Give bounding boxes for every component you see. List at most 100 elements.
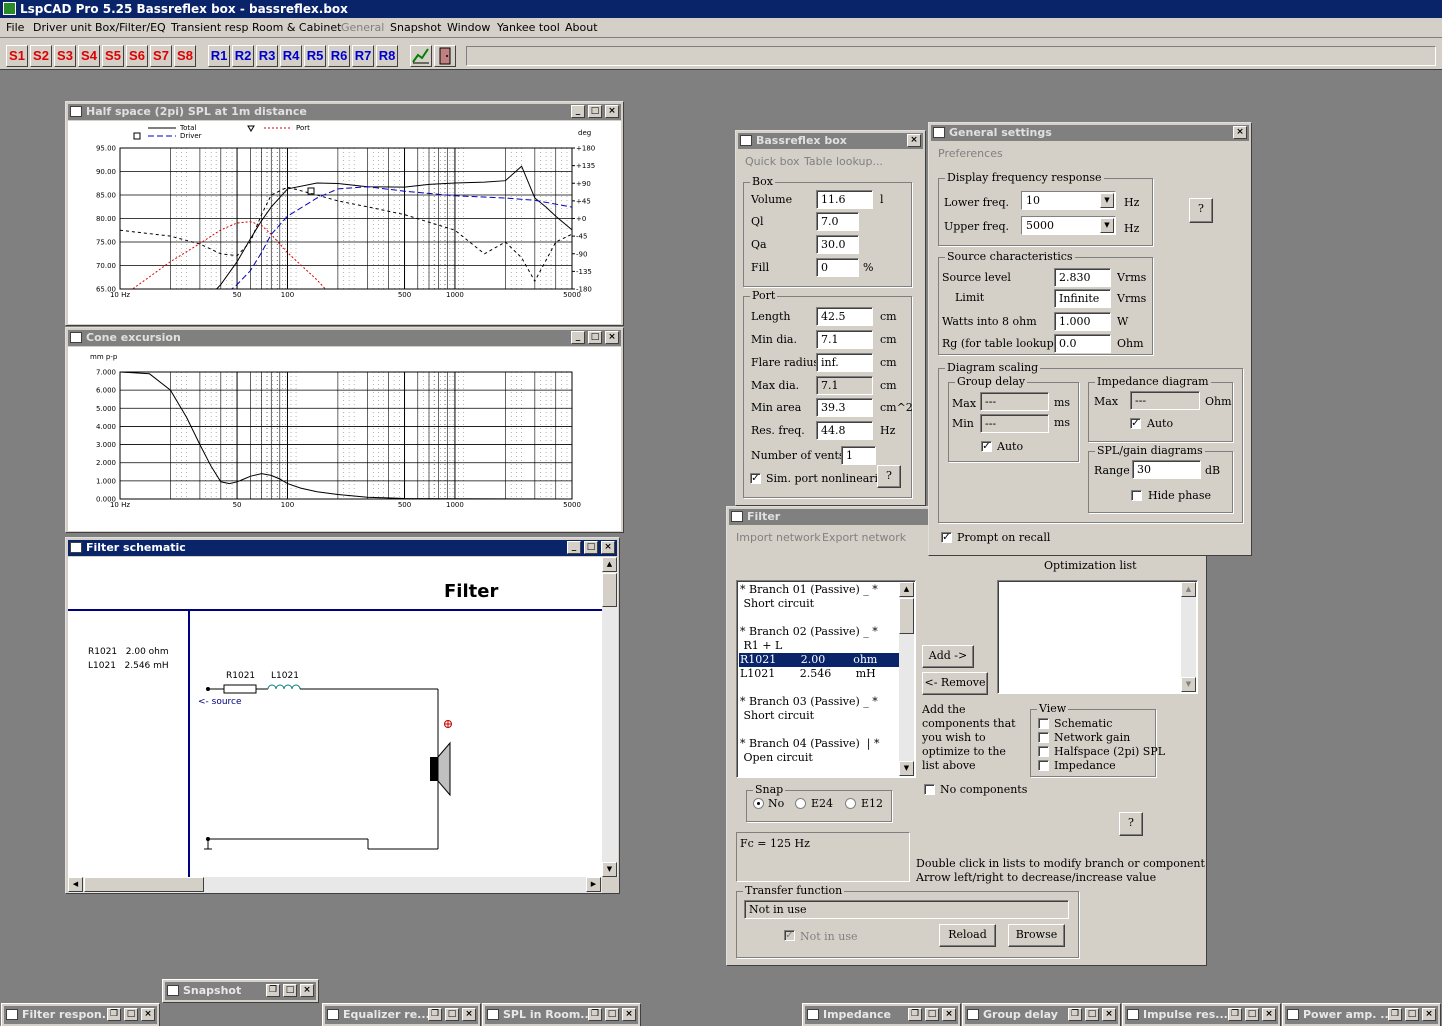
maximize-button[interactable]: □	[445, 1008, 459, 1021]
minimized-snapshot[interactable]: Snapshot ❐ □ ×	[162, 979, 319, 1003]
close-button[interactable]: ×	[605, 105, 619, 118]
watts-input[interactable]: 1.000	[1054, 312, 1111, 331]
rg-input[interactable]: 0.0	[1054, 334, 1111, 353]
gd-auto-checkbox[interactable]: ✓	[981, 441, 992, 452]
optimization-list-scrollbar[interactable]: ▲ ▼	[1181, 582, 1196, 692]
maximize-button[interactable]: □	[925, 1008, 939, 1021]
minimized-group-delay[interactable]: Group delay ❐ □ ×	[962, 1003, 1121, 1026]
maximize-button[interactable]: □	[283, 984, 297, 997]
menu-room-cabinet[interactable]: Room & Cabinet	[252, 21, 341, 34]
branch-list-item[interactable]: * Branch 03 (Passive) _ *	[739, 695, 899, 709]
preferences-menu[interactable]: Preferences	[938, 147, 1003, 160]
view-halfspace-spl-checkbox[interactable]	[1038, 746, 1049, 757]
minimized-power-amp[interactable]: Power amp. ... ❐ □ ×	[1282, 1003, 1441, 1026]
spl-window-titlebar[interactable]: Half space (2pi) SPL at 1m distance _ □ …	[68, 104, 621, 120]
length-input[interactable]: 42.5	[816, 307, 873, 326]
snapshot-s5-button[interactable]: S5	[102, 45, 124, 67]
recall-r3-button[interactable]: R3	[256, 45, 278, 67]
close-button[interactable]: ×	[141, 1008, 155, 1021]
snap-e24-radio[interactable]	[795, 798, 806, 809]
snapshot-s1-button[interactable]: S1	[6, 45, 28, 67]
restore-button[interactable]: ❐	[107, 1008, 121, 1021]
range-input[interactable]: 30	[1132, 460, 1201, 479]
scroll-up-arrow[interactable]: ▲	[602, 557, 617, 572]
maximize-button[interactable]: □	[584, 541, 598, 554]
minimized-impulse[interactable]: Impulse res... ❐ □ ×	[1122, 1003, 1281, 1026]
restore-button[interactable]: ❐	[1228, 1008, 1242, 1021]
general-settings-titlebar[interactable]: General settings ×	[931, 125, 1249, 141]
branch-list-item[interactable]: L1021 2.546 mH	[739, 667, 899, 681]
branch-list-scrollbar[interactable]: ▲ ▼	[899, 582, 914, 776]
close-button[interactable]: ×	[1422, 1008, 1436, 1021]
no-components-checkbox[interactable]	[924, 784, 935, 795]
vents-input[interactable]: 1	[841, 446, 876, 465]
imp-auto-checkbox[interactable]: ✓	[1130, 418, 1141, 429]
close-button[interactable]: ×	[907, 134, 921, 147]
gd-max-field[interactable]: ---	[980, 392, 1049, 411]
browse-button[interactable]: Browse	[1008, 924, 1065, 947]
min-area-input[interactable]: 39.3	[816, 398, 873, 417]
min-dia-input[interactable]: 7.1	[816, 330, 873, 349]
minimized-spl-room[interactable]: SPL in Room... ❐ □ ×	[482, 1003, 641, 1026]
minimize-button[interactable]: _	[571, 331, 585, 344]
menu-transient-resp[interactable]: Transient resp	[171, 21, 248, 34]
branch-list[interactable]: * Branch 01 (Passive) _ * Short circuit *…	[736, 580, 916, 778]
close-button[interactable]: ×	[601, 541, 615, 554]
menu-general[interactable]: General	[341, 21, 384, 34]
snap-no-radio[interactable]	[753, 798, 764, 809]
chevron-down-icon[interactable]: ▼	[1100, 193, 1114, 208]
scroll-down-arrow[interactable]: ▼	[899, 761, 914, 776]
menu-file[interactable]: File	[6, 21, 24, 34]
maximize-button[interactable]: □	[1245, 1008, 1259, 1021]
qa-input[interactable]: 30.0	[816, 235, 859, 254]
recall-r6-button[interactable]: R6	[328, 45, 350, 67]
menu-window[interactable]: Window	[447, 21, 490, 34]
recall-r5-button[interactable]: R5	[304, 45, 326, 67]
branch-list-item[interactable]: * Branch 01 (Passive) _ *	[739, 583, 899, 597]
schematic-window-titlebar[interactable]: Filter schematic _ □ ×	[68, 540, 617, 556]
branch-list-item[interactable]	[739, 611, 899, 625]
maximize-button[interactable]: □	[124, 1008, 138, 1021]
snap-e12-radio[interactable]	[845, 798, 856, 809]
close-button[interactable]: ×	[1233, 126, 1247, 139]
prompt-on-recall-checkbox[interactable]: ✓	[941, 532, 952, 543]
maximize-button[interactable]: □	[588, 105, 602, 118]
menu-snapshot[interactable]: Snapshot	[390, 21, 441, 34]
graph-tool-icon[interactable]	[410, 45, 432, 67]
schematic-canvas[interactable]: Filter R1021 2.00 ohm L1021 2.546 mH R10…	[68, 557, 602, 877]
table-lookup-menu[interactable]: Table lookup...	[804, 155, 883, 168]
bassreflex-window-titlebar[interactable]: Bassreflex box ×	[738, 133, 923, 149]
menu-yankee-tool[interactable]: Yankee tool	[497, 21, 560, 34]
minimize-button[interactable]: _	[567, 541, 581, 554]
scroll-left-arrow[interactable]: ◀	[68, 877, 83, 892]
hide-phase-checkbox[interactable]	[1131, 490, 1142, 501]
maximize-button[interactable]: □	[588, 331, 602, 344]
view-network-gain-checkbox[interactable]	[1038, 732, 1049, 743]
branch-list-item[interactable]: * Branch 02 (Passive) _ *	[739, 625, 899, 639]
snapshot-s8-button[interactable]: S8	[174, 45, 196, 67]
close-button[interactable]: ×	[622, 1008, 636, 1021]
minimized-filter-response[interactable]: Filter respon... ❐ □ ×	[1, 1003, 160, 1026]
branch-list-item[interactable]: Short circuit	[739, 597, 899, 611]
quick-box-menu[interactable]: Quick box	[745, 155, 799, 168]
close-button[interactable]: ×	[1102, 1008, 1116, 1021]
imp-max-field[interactable]: ---	[1130, 391, 1200, 410]
source-level-input[interactable]: 2.830	[1054, 268, 1111, 287]
bassreflex-help-button[interactable]: ?	[877, 465, 901, 488]
restore-button[interactable]: ❐	[588, 1008, 602, 1021]
ql-input[interactable]: 7.0	[816, 212, 859, 231]
optimization-list[interactable]: ▲ ▼	[997, 580, 1198, 694]
gd-min-field[interactable]: ---	[980, 414, 1049, 433]
recall-r8-button[interactable]: R8	[376, 45, 398, 67]
recall-r7-button[interactable]: R7	[352, 45, 374, 67]
general-help-button[interactable]: ?	[1189, 198, 1213, 223]
scroll-thumb[interactable]	[602, 573, 617, 607]
cone-window-titlebar[interactable]: Cone excursion _ □ ×	[68, 330, 621, 346]
scroll-thumb[interactable]	[84, 877, 204, 892]
branch-list-item[interactable]: * Branch 04 (Passive) | *	[739, 737, 899, 751]
branch-list-item[interactable]	[739, 681, 899, 695]
branch-list-item[interactable]: Open circuit	[739, 751, 899, 765]
recall-r4-button[interactable]: R4	[280, 45, 302, 67]
minimized-equalizer[interactable]: Equalizer re... ❐ □ ×	[322, 1003, 481, 1026]
upper-freq-dropdown[interactable]: 5000 ▼	[1021, 216, 1116, 235]
